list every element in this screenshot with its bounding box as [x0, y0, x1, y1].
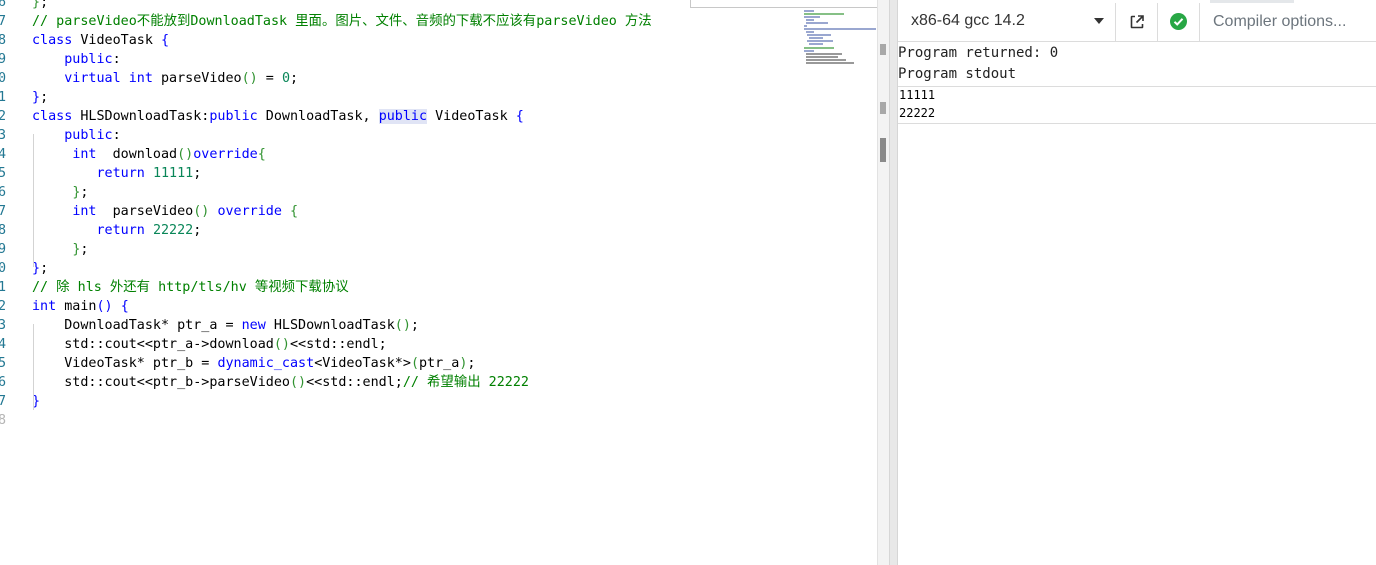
line-code: class VideoTask {	[32, 33, 170, 48]
chevron-down-icon	[1094, 18, 1104, 24]
line-code: };	[32, 261, 49, 276]
line-number: 1	[0, 280, 7, 295]
line-code: };	[72, 242, 89, 257]
line-code: int main() {	[32, 299, 129, 314]
line-code: public:	[64, 128, 121, 143]
code-line[interactable]: 4 std::cout<<ptr_a->download()<<std::end…	[0, 335, 800, 354]
line-number: 2	[0, 109, 7, 124]
scrollbar-marker	[880, 102, 886, 114]
line-number: 7	[0, 204, 7, 219]
line-code: std::cout<<ptr_a->download()<<std::endl;	[32, 337, 387, 352]
code-line[interactable]: 1 // 除 hls 外还有 http/tls/hv 等视频下载协议	[0, 278, 800, 297]
line-number: 8	[0, 223, 7, 238]
popout-button[interactable]	[1116, 3, 1158, 41]
code-line[interactable]: 8	[0, 411, 800, 430]
compiler-name: x86-64 gcc 14.2	[911, 12, 1025, 29]
compile-status-button[interactable]	[1158, 3, 1200, 41]
line-code: // 除 hls 外还有 http/tls/hv 等视频下载协议	[32, 280, 349, 295]
code-line[interactable]: 2 int main() {	[0, 297, 800, 316]
compiler-select[interactable]: x86-64 gcc 14.2	[898, 3, 1116, 41]
code-line[interactable]: 5 VideoTask* ptr_b = dynamic_cast<VideoT…	[0, 354, 800, 373]
line-code: public:	[64, 52, 121, 67]
compiler-options-input[interactable]	[1200, 3, 1376, 41]
program-returned: Program returned: 0	[898, 45, 1059, 61]
check-circle-icon	[1170, 13, 1187, 30]
code-line[interactable]: 7 int parseVideo() override {	[0, 202, 800, 221]
line-code: VideoTask* ptr_b = dynamic_cast<VideoTas…	[32, 356, 476, 371]
line-number: 6	[0, 185, 7, 200]
minimap[interactable]	[802, 8, 876, 64]
line-code: return 11111;	[96, 166, 202, 181]
code-line[interactable]: 2 class HLSDownloadTask:public DownloadTa…	[0, 107, 800, 126]
code-line[interactable]: 6 };	[0, 183, 800, 202]
indent-guide	[33, 324, 34, 410]
line-number: 5	[0, 356, 7, 371]
compiler-output-pane: x86-64 gcc 14.2 Program returned: 0 Prog…	[898, 0, 1376, 565]
code-line[interactable]: 8 class VideoTask {	[0, 31, 800, 50]
code-line[interactable]: 0};	[0, 259, 800, 278]
indent-guide	[33, 134, 34, 267]
line-number: 4	[0, 337, 7, 352]
line-code: return 22222;	[96, 223, 202, 238]
code-line[interactable]: 5 return 11111;	[0, 164, 800, 183]
line-number: 2	[0, 299, 7, 314]
line-number: 3	[0, 318, 7, 333]
code-line[interactable]: 9 public:	[0, 50, 800, 69]
line-code: virtual int parseVideo() = 0;	[64, 71, 299, 86]
line-number: 8	[0, 413, 7, 428]
line-code: int parseVideo() override {	[72, 204, 299, 219]
line-code: int download()override{	[72, 147, 266, 162]
line-number: 7	[0, 394, 7, 409]
line-code: };	[72, 185, 89, 200]
code-line[interactable]: 3 public:	[0, 126, 800, 145]
line-number: 4	[0, 147, 7, 162]
line-number: 6	[0, 375, 7, 390]
code-line[interactable]: 1};	[0, 88, 800, 107]
line-code: DownloadTask* ptr_a = new HLSDownloadTas…	[32, 318, 419, 333]
code-editor[interactable]: 6}; 7 // parseVideo不能放到DownloadTask 里面。图片、…	[0, 0, 878, 565]
external-link-icon	[1130, 15, 1144, 29]
line-code: };	[32, 90, 49, 105]
line-number: 8	[0, 33, 7, 48]
compiler-toolbar: x86-64 gcc 14.2	[898, 3, 1376, 42]
code-line[interactable]: 7 // parseVideo不能放到DownloadTask 里面。图片、文件、…	[0, 12, 800, 31]
code-line[interactable]: 7}	[0, 392, 800, 411]
scrollbar-thumb[interactable]	[880, 138, 886, 162]
code-line[interactable]: 4 int download()override{	[0, 145, 800, 164]
line-code: // parseVideo不能放到DownloadTask 里面。图片、文件、音…	[32, 14, 652, 29]
line-number: 9	[0, 242, 7, 257]
code-line[interactable]: 9 };	[0, 240, 800, 259]
line-number: 7	[0, 14, 7, 29]
stdout-line: 22222	[899, 106, 936, 120]
line-number: 0	[0, 71, 7, 86]
stdout-box: 11111 22222	[898, 86, 1376, 124]
code-line[interactable]: 6 std::cout<<ptr_b->parseVideo()<<std::e…	[0, 373, 800, 392]
line-code: std::cout<<ptr_b->parseVideo()<<std::end…	[32, 375, 529, 390]
line-code: class HLSDownloadTask:public DownloadTas…	[32, 109, 524, 124]
code-line[interactable]: 6};	[0, 0, 800, 12]
pane-splitter[interactable]	[889, 0, 898, 565]
code-line[interactable]: 3 DownloadTask* ptr_a = new HLSDownloadT…	[0, 316, 800, 335]
line-number: 0	[0, 261, 7, 276]
scrollbar-marker	[880, 44, 886, 55]
code-line[interactable]: 0 virtual int parseVideo() = 0;	[0, 69, 800, 88]
stdout-label: Program stdout	[898, 66, 1017, 82]
stdout-line: 11111	[899, 88, 936, 102]
line-code: };	[32, 0, 49, 10]
line-number: 6	[0, 0, 7, 10]
code-line[interactable]: 8 return 22222;	[0, 221, 800, 240]
line-number: 5	[0, 166, 7, 181]
line-number: 9	[0, 52, 7, 67]
line-number: 3	[0, 128, 7, 143]
find-widget	[690, 0, 878, 8]
line-number: 1	[0, 90, 7, 105]
